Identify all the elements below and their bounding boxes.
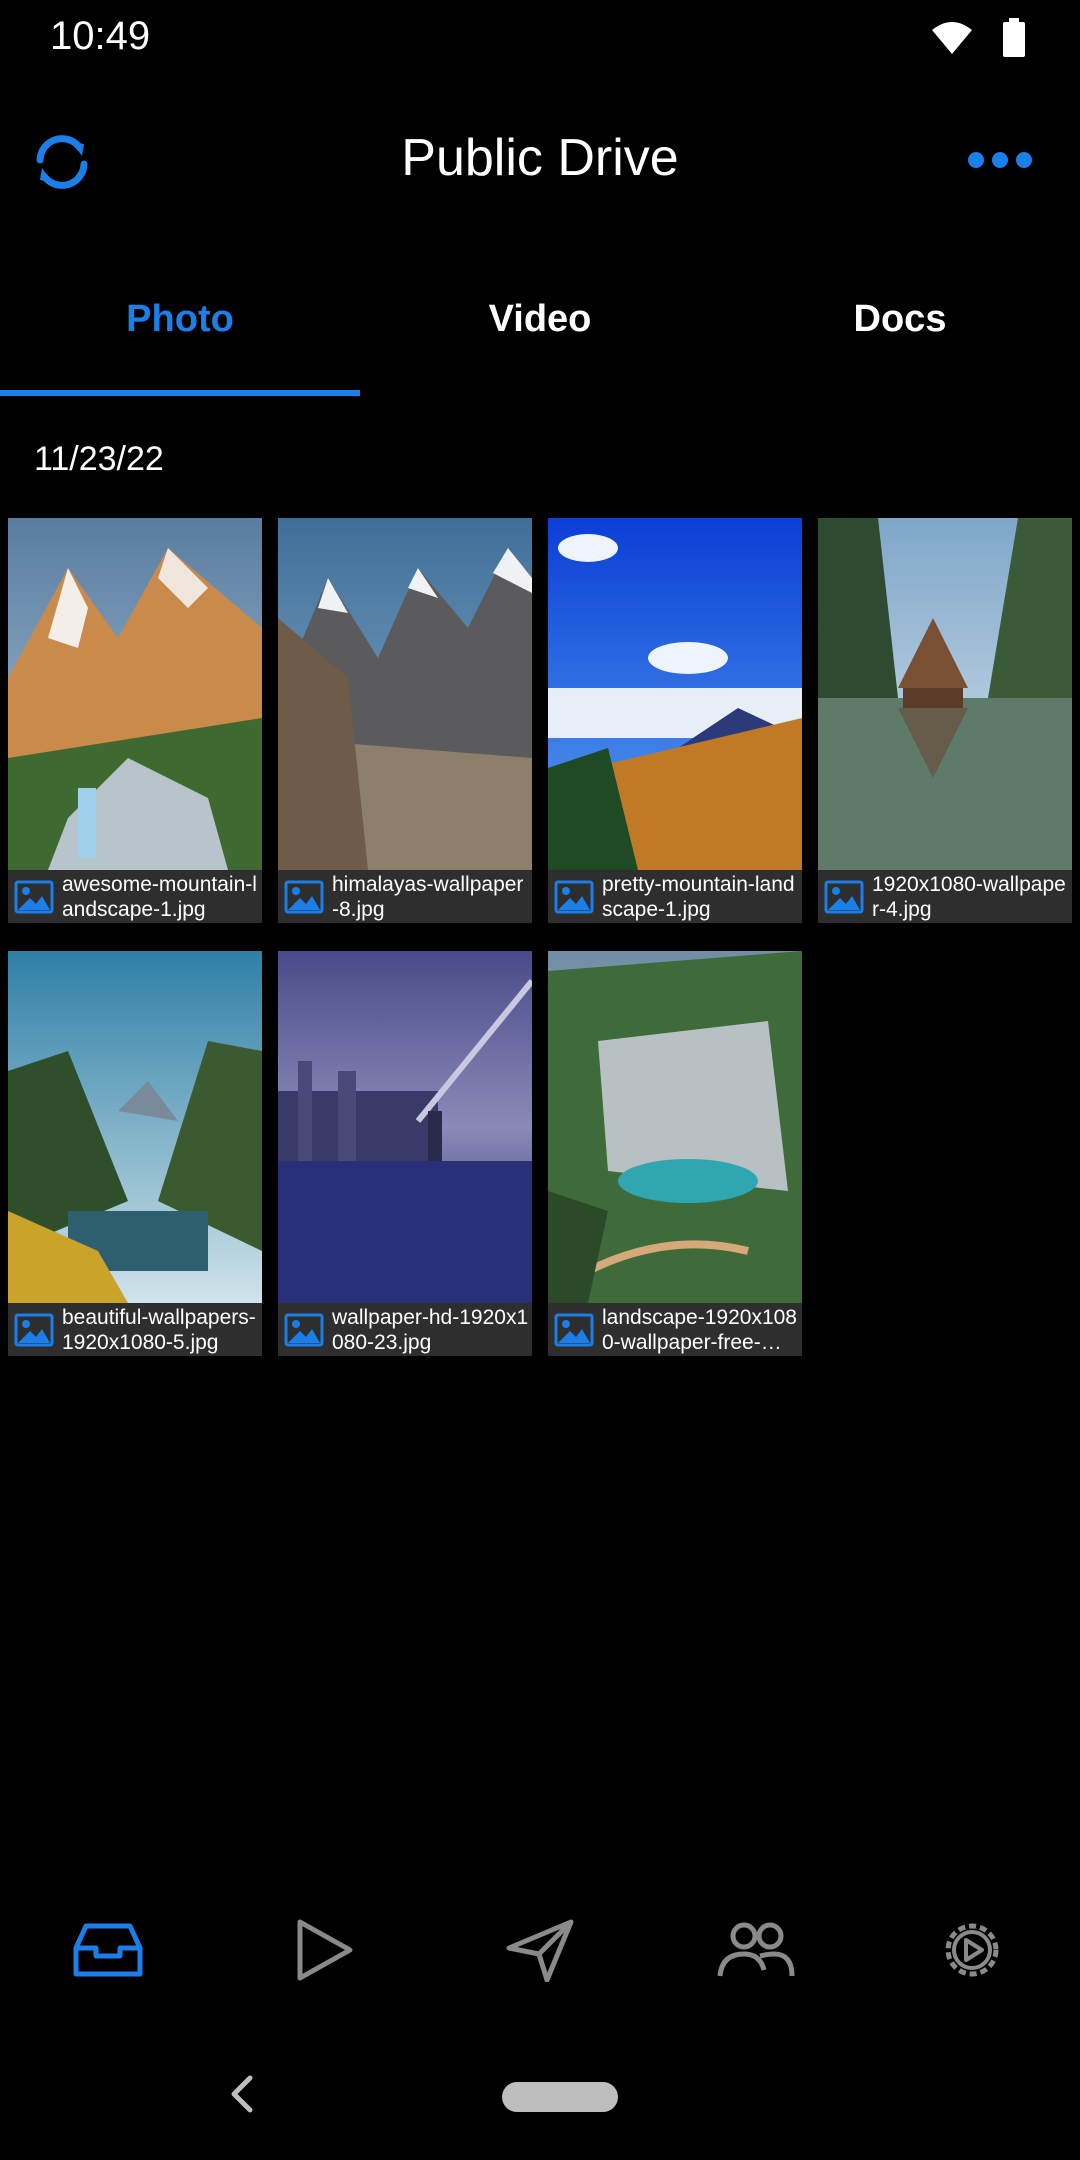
settings-icon bbox=[945, 1923, 999, 1977]
file-name: wallpaper-hd-1920x1080-23.jpg bbox=[332, 1306, 529, 1354]
photo-thumbnail bbox=[8, 951, 262, 1303]
image-file-icon bbox=[14, 1313, 54, 1347]
home-button[interactable] bbox=[502, 2082, 618, 2112]
page-title: Public Drive bbox=[401, 129, 679, 187]
photo-caption: beautiful-wallpapers-1920x1080-5.jpg bbox=[8, 1303, 262, 1356]
system-navigation-bar bbox=[0, 2060, 1080, 2130]
photo-item[interactable]: beautiful-wallpapers-1920x1080-5.jpg bbox=[8, 951, 262, 1356]
date-group-header: 11/23/22 bbox=[34, 440, 164, 478]
photo-thumbnail bbox=[278, 951, 532, 1303]
image-file-icon bbox=[284, 1313, 324, 1347]
inbox-icon bbox=[73, 1923, 143, 1977]
image-file-icon bbox=[824, 880, 864, 914]
tab-bar: Photo Video Docs bbox=[0, 262, 1080, 396]
nav-media[interactable] bbox=[216, 1900, 432, 2000]
nav-settings[interactable] bbox=[864, 1900, 1080, 2000]
photo-thumbnail bbox=[548, 951, 802, 1303]
more-options-button[interactable] bbox=[960, 138, 1040, 182]
photo-caption: awesome-mountain-landscape-1.jpg bbox=[8, 870, 262, 923]
photo-item[interactable]: himalayas-wallpaper-8.jpg bbox=[278, 518, 532, 923]
photo-item[interactable]: landscape-1920x1080-wallpaper-free-… bbox=[548, 951, 802, 1356]
bottom-navigation bbox=[0, 1900, 1080, 2000]
status-time: 10:49 bbox=[50, 14, 151, 58]
play-icon bbox=[297, 1919, 353, 1981]
image-file-icon bbox=[554, 880, 594, 914]
image-file-icon bbox=[284, 880, 324, 914]
send-icon bbox=[506, 1919, 574, 1982]
photo-thumbnail bbox=[278, 518, 532, 870]
image-file-icon bbox=[14, 880, 54, 914]
nav-users[interactable] bbox=[648, 1900, 864, 2000]
photo-item[interactable]: pretty-mountain-landscape-1.jpg bbox=[548, 518, 802, 923]
nav-transfer[interactable] bbox=[432, 1900, 648, 2000]
file-name: pretty-mountain-landscape-1.jpg bbox=[602, 873, 795, 921]
image-file-icon bbox=[554, 1313, 594, 1347]
photo-caption: wallpaper-hd-1920x1080-23.jpg bbox=[278, 1303, 532, 1356]
status-icons bbox=[930, 18, 1026, 58]
tab-docs[interactable]: Docs bbox=[720, 262, 1080, 396]
nav-files[interactable] bbox=[0, 1900, 216, 2000]
more-icon bbox=[968, 152, 1032, 168]
app-bar: Public Drive bbox=[0, 100, 1080, 220]
photo-caption: himalayas-wallpaper-8.jpg bbox=[278, 870, 532, 923]
photo-item[interactable]: wallpaper-hd-1920x1080-23.jpg bbox=[278, 951, 532, 1356]
tab-photo[interactable]: Photo bbox=[0, 262, 360, 396]
photo-thumbnail bbox=[548, 518, 802, 870]
photo-caption: pretty-mountain-landscape-1.jpg bbox=[548, 870, 802, 923]
tab-video[interactable]: Video bbox=[360, 262, 720, 396]
status-bar: 10:49 bbox=[0, 0, 1080, 76]
file-name: himalayas-wallpaper-8.jpg bbox=[332, 873, 524, 921]
photo-caption: 1920x1080-wallpaper-4.jpg bbox=[818, 870, 1072, 923]
wifi-icon bbox=[932, 22, 972, 54]
photo-caption: landscape-1920x1080-wallpaper-free-… bbox=[548, 1303, 802, 1356]
file-name: landscape-1920x1080-wallpaper-free-… bbox=[602, 1306, 797, 1354]
file-name: awesome-mountain-landscape-1.jpg bbox=[62, 873, 257, 921]
file-name: 1920x1080-wallpaper-4.jpg bbox=[872, 873, 1066, 921]
battery-icon bbox=[1003, 18, 1025, 57]
back-icon[interactable] bbox=[224, 2072, 258, 2116]
file-name: beautiful-wallpapers-1920x1080-5.jpg bbox=[62, 1306, 256, 1354]
photo-thumbnail bbox=[8, 518, 262, 870]
active-tab-indicator bbox=[0, 390, 360, 396]
photo-thumbnail bbox=[818, 518, 1072, 870]
photo-item[interactable]: awesome-mountain-landscape-1.jpg bbox=[8, 518, 262, 923]
people-icon bbox=[717, 1922, 795, 1977]
photo-item[interactable]: 1920x1080-wallpaper-4.jpg bbox=[818, 518, 1072, 923]
